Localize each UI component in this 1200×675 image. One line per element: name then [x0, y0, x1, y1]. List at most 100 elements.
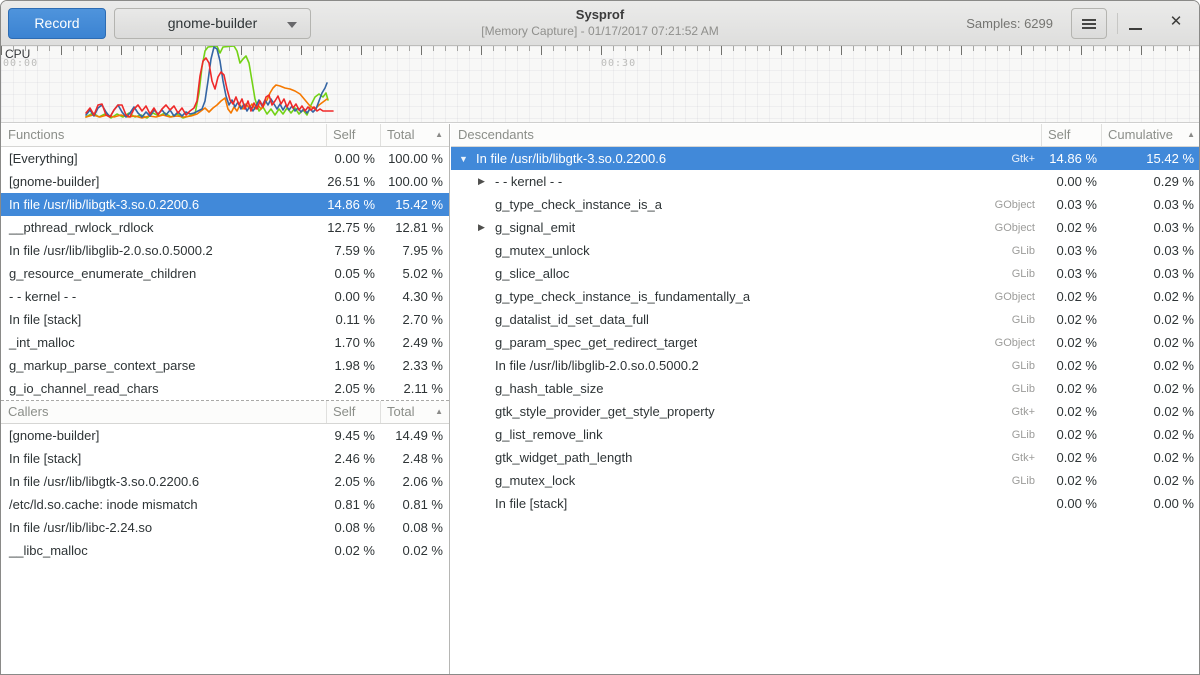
descendant-row[interactable]: g_list_remove_linkGLib0.02 %0.02 % — [451, 423, 1200, 446]
function-row[interactable]: [gnome-builder]26.51 %100.00 % — [1, 170, 449, 193]
function-row[interactable]: In file /usr/lib/libgtk-3.so.0.2200.614.… — [1, 193, 449, 216]
descendant-row[interactable]: g_type_check_instance_is_fundamentally_a… — [451, 285, 1200, 308]
sort-ascending-icon: ▲ — [435, 124, 443, 146]
cell-function-name: _int_malloc — [1, 335, 326, 350]
library-tag: GObject — [995, 222, 1041, 234]
cell-cumulative-percent: 0.02 % — [1101, 473, 1200, 488]
descendant-row[interactable]: g_mutex_lockGLib0.02 %0.02 % — [451, 469, 1200, 492]
cell-cumulative-percent: 0.03 % — [1101, 197, 1200, 212]
cell-function-name: g_list_remove_linkGLib — [451, 427, 1041, 442]
hamburger-icon — [1082, 19, 1096, 29]
minimize-button[interactable] — [1123, 9, 1149, 35]
descendant-row[interactable]: gtk_widget_path_lengthGtk+0.02 %0.02 % — [451, 446, 1200, 469]
cell-function-name: g_io_channel_read_chars — [1, 381, 326, 396]
cell-self-percent: 2.05 % — [326, 474, 380, 489]
descendant-row[interactable]: g_mutex_unlockGLib0.03 %0.03 % — [451, 239, 1200, 262]
descendant-row[interactable]: In file [stack]0.00 %0.00 % — [451, 492, 1200, 515]
function-row[interactable]: In file /usr/lib/libglib-2.0.so.0.5000.2… — [1, 239, 449, 262]
cell-total-percent: 0.81 % — [380, 497, 449, 512]
caller-row[interactable]: /etc/ld.so.cache: inode mismatch0.81 %0.… — [1, 493, 449, 516]
library-tag: GLib — [1012, 383, 1041, 395]
cell-cumulative-percent: 0.02 % — [1101, 404, 1200, 419]
function-row[interactable]: __pthread_rwlock_rdlock12.75 %12.81 % — [1, 216, 449, 239]
cell-total-percent: 2.49 % — [380, 335, 449, 350]
caller-row[interactable]: In file /usr/lib/libc-2.24.so0.08 %0.08 … — [1, 516, 449, 539]
function-row[interactable]: [Everything]0.00 %100.00 % — [1, 147, 449, 170]
cell-self-percent: 1.70 % — [326, 335, 380, 350]
cell-total-percent: 0.02 % — [380, 543, 449, 558]
menu-button[interactable] — [1071, 8, 1107, 39]
library-tag: GLib — [1012, 360, 1041, 372]
expander-closed-icon[interactable]: ▶ — [478, 222, 495, 233]
library-tag: GObject — [995, 337, 1041, 349]
function-row[interactable]: In file [stack]0.11 %2.70 % — [1, 308, 449, 331]
cell-function-name: g_slice_allocGLib — [451, 266, 1041, 281]
cell-self-percent: 1.98 % — [326, 358, 380, 373]
cell-function-name: ▶g_signal_emit GObject — [451, 220, 1041, 235]
descendants-cumulative-column-header[interactable]: Cumulative ▲ — [1101, 124, 1200, 146]
descendant-row[interactable]: ▼In file /usr/lib/libgtk-3.so.0.2200.6Gt… — [451, 147, 1200, 170]
process-selector-dropdown[interactable]: gnome-builder — [114, 8, 311, 39]
callers-total-column-header[interactable]: Total ▲ — [380, 401, 449, 423]
cell-cumulative-percent: 0.29 % — [1101, 174, 1200, 189]
cell-function-name: g_hash_table_sizeGLib — [451, 381, 1041, 396]
descendant-row[interactable]: g_slice_allocGLib0.03 %0.03 % — [451, 262, 1200, 285]
cpu-graph[interactable]: CPU 00:00 00:30 — [1, 46, 1200, 123]
cell-self-percent: 0.02 % — [1041, 450, 1101, 465]
callers-table-header: Callers Self Total ▲ — [1, 401, 449, 424]
cell-total-percent: 15.42 % — [380, 197, 449, 212]
cell-self-percent: 0.00 % — [1041, 496, 1101, 511]
function-name-label: g_signal_emit — [495, 220, 575, 235]
library-tag: GLib — [1012, 268, 1041, 280]
cell-function-name: In file /usr/lib/libglib-2.0.so.0.5000.2 — [1, 243, 326, 258]
function-row[interactable]: g_io_channel_read_chars2.05 %2.11 % — [1, 377, 449, 400]
caller-row[interactable]: In file /usr/lib/libgtk-3.so.0.2200.62.0… — [1, 470, 449, 493]
functions-column-header[interactable]: Functions — [1, 124, 326, 146]
descendant-row[interactable]: g_param_spec_get_redirect_targetGObject0… — [451, 331, 1200, 354]
cell-total-percent: 2.06 % — [380, 474, 449, 489]
functions-self-column-header[interactable]: Self — [326, 124, 380, 146]
descendant-row[interactable]: g_datalist_id_set_data_fullGLib0.02 %0.0… — [451, 308, 1200, 331]
descendants-self-column-header[interactable]: Self — [1041, 124, 1101, 146]
descendant-row[interactable]: g_hash_table_sizeGLib0.02 %0.02 % — [451, 377, 1200, 400]
cell-total-percent: 2.33 % — [380, 358, 449, 373]
cell-self-percent: 0.02 % — [1041, 473, 1101, 488]
caller-row[interactable]: In file [stack]2.46 %2.48 % — [1, 447, 449, 470]
descendant-row[interactable]: g_type_check_instance_is_aGObject0.03 %0… — [451, 193, 1200, 216]
descendant-row[interactable]: ▶g_signal_emitGObject0.02 %0.03 % — [451, 216, 1200, 239]
cell-function-name: In file [stack] — [451, 496, 1041, 511]
descendant-row[interactable]: ▶- - kernel - -0.00 %0.29 % — [451, 170, 1200, 193]
library-tag: GLib — [1012, 245, 1041, 257]
expander-open-icon[interactable]: ▼ — [459, 154, 476, 164]
cell-cumulative-percent: 0.02 % — [1101, 312, 1200, 327]
cell-self-percent: 0.03 % — [1041, 243, 1101, 258]
expander-closed-icon[interactable]: ▶ — [478, 176, 495, 187]
function-row[interactable]: g_markup_parse_context_parse1.98 %2.33 % — [1, 354, 449, 377]
descendants-table-body: ▼In file /usr/lib/libgtk-3.so.0.2200.6Gt… — [451, 147, 1200, 515]
library-tag: Gtk+ — [1011, 406, 1041, 418]
caller-row[interactable]: __libc_malloc0.02 %0.02 % — [1, 539, 449, 562]
callers-column-header[interactable]: Callers — [1, 401, 326, 423]
close-button[interactable]: ✕ — [1163, 9, 1189, 35]
cell-self-percent: 0.08 % — [326, 520, 380, 535]
cell-cumulative-percent: 0.02 % — [1101, 358, 1200, 373]
caller-row[interactable]: [gnome-builder]9.45 %14.49 % — [1, 424, 449, 447]
function-row[interactable]: g_resource_enumerate_children0.05 %5.02 … — [1, 262, 449, 285]
descendants-column-header[interactable]: Descendants — [451, 124, 1041, 146]
cell-function-name: g_type_check_instance_is_fundamentally_a… — [451, 289, 1041, 304]
cell-self-percent: 14.86 % — [326, 197, 380, 212]
cell-self-percent: 0.02 % — [1041, 404, 1101, 419]
function-row[interactable]: _int_malloc1.70 %2.49 % — [1, 331, 449, 354]
cell-total-percent: 100.00 % — [380, 174, 449, 189]
functions-table-body: [Everything]0.00 %100.00 %[gnome-builder… — [1, 147, 449, 400]
cell-function-name: gtk_widget_path_lengthGtk+ — [451, 450, 1041, 465]
functions-total-column-header[interactable]: Total ▲ — [380, 124, 449, 146]
descendant-row[interactable]: In file /usr/lib/libglib-2.0.so.0.5000.2… — [451, 354, 1200, 377]
callers-self-column-header[interactable]: Self — [326, 401, 380, 423]
left-pane: Functions Self Total ▲ [Everything]0.00 … — [1, 124, 450, 675]
cell-cumulative-percent: 0.03 % — [1101, 243, 1200, 258]
descendant-row[interactable]: gtk_style_provider_get_style_propertyGtk… — [451, 400, 1200, 423]
function-row[interactable]: - - kernel - -0.00 %4.30 % — [1, 285, 449, 308]
record-button[interactable]: Record — [8, 8, 106, 39]
cell-cumulative-percent: 0.02 % — [1101, 450, 1200, 465]
